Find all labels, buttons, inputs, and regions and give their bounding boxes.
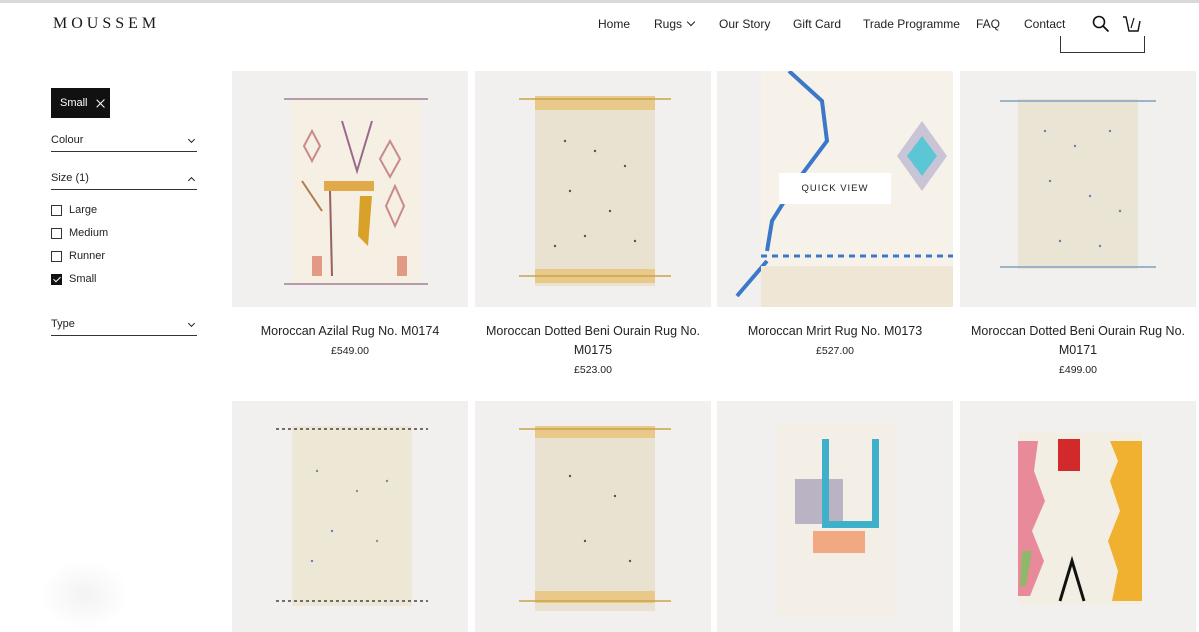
product-image[interactable]	[475, 71, 711, 307]
product-image[interactable]	[960, 401, 1196, 632]
option-label: Large	[69, 204, 98, 216]
nav-faq[interactable]: FAQ	[976, 17, 1000, 31]
active-filter-label: Small	[60, 97, 88, 109]
product-image[interactable]: QUICK VIEW	[717, 71, 953, 307]
product-image[interactable]	[960, 71, 1196, 307]
filter-colour-label: Colour	[51, 134, 84, 146]
checkbox[interactable]	[51, 227, 62, 239]
active-filter-chip[interactable]: Small	[51, 88, 110, 118]
checkbox[interactable]	[51, 204, 62, 216]
nav-our-story[interactable]: Our Story	[719, 17, 770, 31]
filter-colour[interactable]: Colour	[51, 134, 197, 152]
product-title[interactable]: Moroccan Azilal Rug No. M0174	[232, 322, 468, 341]
rug-beni-ourain-image	[276, 426, 428, 606]
rug-beni-ourain-image	[1000, 99, 1156, 269]
product-price: £499.00	[1059, 364, 1097, 376]
product-card[interactable]	[475, 401, 711, 632]
filter-type[interactable]: Type	[51, 318, 197, 336]
product-card[interactable]	[960, 401, 1196, 632]
size-option-small[interactable]: Small	[51, 272, 97, 286]
chevron-down-icon	[187, 135, 196, 144]
product-title[interactable]: Moroccan Mrirt Rug No. M0173	[717, 322, 953, 341]
brand-logo[interactable]: MOUSSEM	[53, 15, 160, 33]
product-card[interactable]	[717, 401, 953, 632]
decorative-fade	[40, 560, 130, 630]
product-price: £549.00	[331, 345, 369, 357]
checkbox-checked[interactable]	[51, 273, 62, 285]
filter-type-label: Type	[51, 318, 75, 330]
product-card[interactable]: Moroccan Azilal Rug No. M0174 £549.00	[232, 71, 468, 357]
rug-beni-ourain-image	[519, 426, 671, 611]
rug-beni-ourain-image	[519, 96, 671, 286]
quick-view-button[interactable]: QUICK VIEW	[779, 173, 891, 204]
search-icon[interactable]	[1092, 15, 1110, 33]
rug-abstract-image	[777, 423, 895, 618]
product-image[interactable]	[475, 401, 711, 632]
chevron-up-icon	[187, 176, 196, 185]
sort-dropdown[interactable]	[1060, 36, 1145, 53]
option-label: Medium	[69, 227, 109, 239]
product-card[interactable]: QUICK VIEW Moroccan Mrirt Rug No. M0173 …	[717, 71, 953, 357]
nav-rugs[interactable]: Rugs	[654, 17, 696, 31]
size-option-large[interactable]: Large	[51, 203, 97, 217]
top-border	[0, 0, 1199, 3]
option-label: Small	[69, 273, 97, 285]
product-price: £527.00	[816, 345, 854, 357]
size-option-runner[interactable]: Runner	[51, 249, 105, 263]
checkbox[interactable]	[51, 250, 62, 262]
filter-size[interactable]: Size (1)	[51, 172, 197, 190]
product-image[interactable]	[232, 401, 468, 632]
product-card[interactable]: Moroccan Dotted Beni Ourain Rug No. M017…	[475, 71, 711, 376]
nav-home[interactable]: Home	[598, 17, 630, 31]
rug-azilal-image	[284, 98, 428, 285]
cart-icon[interactable]	[1122, 14, 1142, 34]
nav-trade-programme[interactable]: Trade Programme	[863, 17, 960, 31]
product-image[interactable]	[232, 71, 468, 307]
rug-colorful-image	[1018, 433, 1142, 605]
product-title[interactable]: Moroccan Dotted Beni Ourain Rug No. M017…	[960, 322, 1196, 360]
product-title[interactable]: Moroccan Dotted Beni Ourain Rug No. M017…	[475, 322, 711, 360]
filter-size-label: Size (1)	[51, 172, 89, 184]
chevron-down-icon	[187, 319, 196, 328]
option-label: Runner	[69, 250, 106, 262]
product-image[interactable]	[717, 401, 953, 632]
product-price: £523.00	[574, 364, 612, 376]
size-option-medium[interactable]: Medium	[51, 226, 108, 240]
nav-gift-card[interactable]: Gift Card	[793, 17, 841, 31]
close-icon[interactable]	[96, 99, 105, 108]
nav-rugs-label: Rugs	[654, 17, 683, 31]
chevron-down-icon	[686, 17, 696, 27]
nav-contact[interactable]: Contact	[1024, 17, 1065, 31]
product-card[interactable]	[232, 401, 468, 632]
product-card[interactable]: Moroccan Dotted Beni Ourain Rug No. M017…	[960, 71, 1196, 376]
